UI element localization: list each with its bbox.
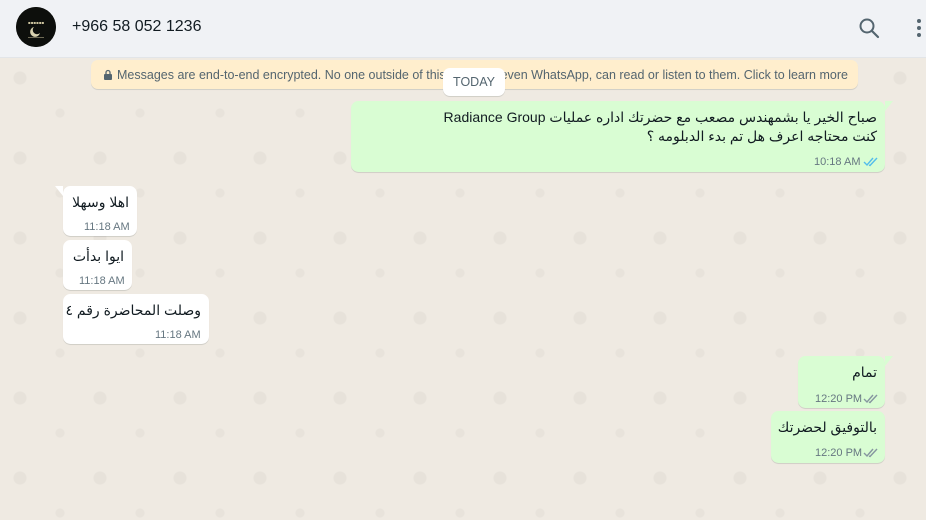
svg-text:▪▪▪▪▪▪: ▪▪▪▪▪▪ [28,20,45,25]
message-bubble-outgoing[interactable]: صباح الخير يا بشمهندس مصعب مع حضرتك ادار… [351,101,893,172]
message-bubble-incoming[interactable]: ايوا بدأت 11:18 AM [63,240,132,290]
bubble-tail [885,356,893,366]
contact-name[interactable]: +966 58 052 1236 [72,18,201,36]
message-time: 12:20 PM [815,393,863,405]
date-separator: TODAY [443,68,505,96]
message-time: 12:20 PM [815,447,863,459]
read-ticks-icon [863,157,878,167]
message-line: ايوا بدأت [72,248,124,264]
message-time: 11:18 AM [84,221,130,233]
avatar[interactable]: ▪▪▪▪▪▪ [16,7,56,47]
search-icon [859,18,880,39]
message-line: تمام [852,364,877,380]
message-time: 11:18 AM [79,275,125,287]
message-bubble-incoming[interactable]: وصلت المحاضرة رقم ٤ 11:18 AM [63,294,209,344]
menu-button[interactable] [910,16,926,40]
lock-icon [104,69,112,80]
message-line: كنت محتاجه اعرف هل تم بدء الدبلومه ؟ [646,128,877,144]
message-line: اهلا وسهلا [72,194,129,210]
bubble-tail [55,186,63,196]
message-time: 11:18 AM [155,329,201,341]
message-line: وصلت المحاضرة رقم ٤ [65,302,202,318]
message-line: بالتوفيق لحضرتك [777,419,877,435]
kebab-menu-icon [917,19,921,37]
message-text: صباح الخير يا بشمهندس مصعب مع حضرتك ادار… [444,108,877,146]
delivered-ticks-icon [863,448,878,458]
avatar-icon: ▪▪▪▪▪▪ [16,7,56,47]
message-time: 10:18 AM [814,156,861,168]
chat-header: ▪▪▪▪▪▪ +966 58 052 1236 [0,0,926,58]
bubble-tail [885,101,893,111]
message-line: صباح الخير يا بشمهندس مصعب مع حضرتك ادار… [443,109,877,125]
search-button[interactable] [858,17,880,39]
message-bubble-outgoing[interactable]: بالتوفيق لحضرتك 12:20 PM [771,411,885,463]
message-bubble-incoming[interactable]: اهلا وسهلا 11:18 AM [55,186,137,236]
message-bubble-outgoing[interactable]: تمام 12:20 PM [798,356,893,408]
delivered-ticks-icon [863,394,878,404]
